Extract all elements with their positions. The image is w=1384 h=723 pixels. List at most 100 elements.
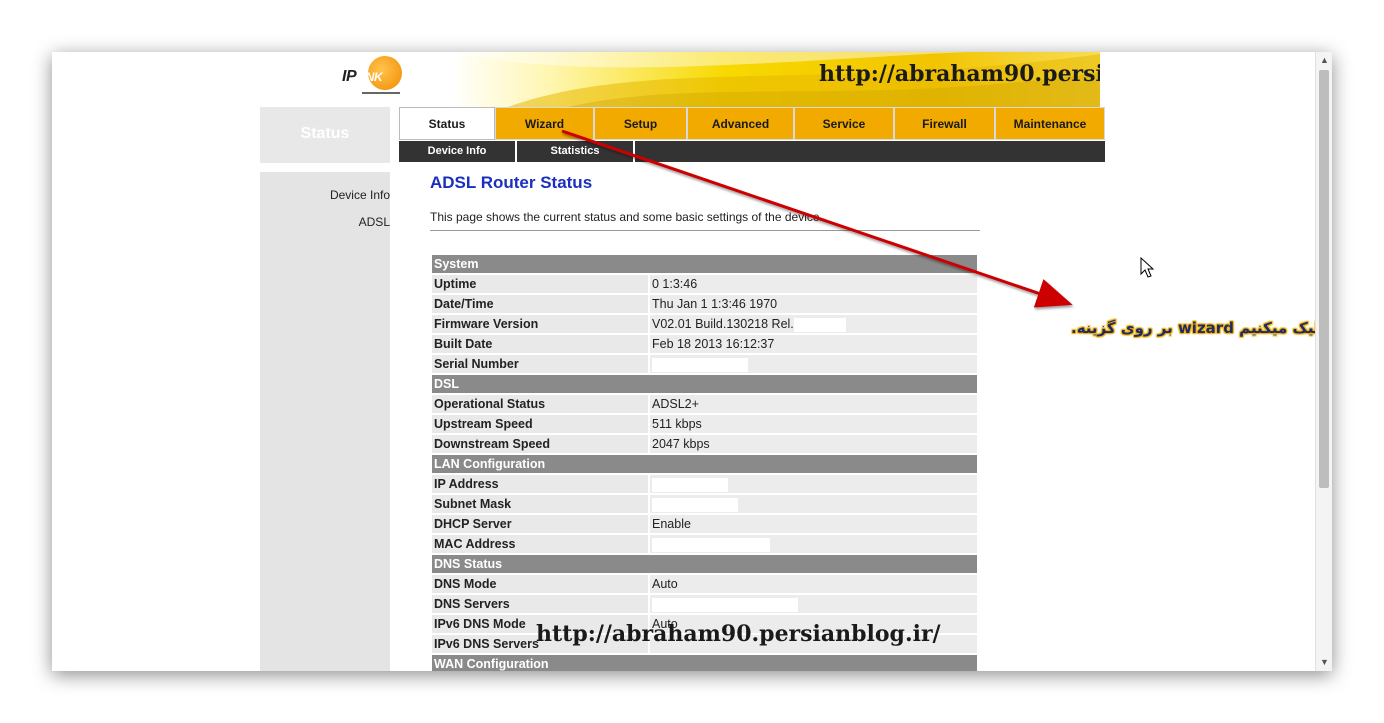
row-label: Built Date	[432, 335, 648, 353]
row-value: Thu Jan 1 1:3:46 1970	[650, 295, 977, 313]
row-value	[650, 355, 977, 373]
logo-text-link: LINK	[356, 70, 383, 84]
redacted-area	[652, 477, 728, 492]
redacted-area	[793, 317, 846, 332]
row-value	[650, 475, 977, 493]
table-row: Upstream Speed 511 kbps	[432, 415, 977, 433]
subtab-statistics[interactable]: Statistics	[517, 141, 635, 162]
tab-service[interactable]: Service	[794, 107, 894, 140]
table-row: Downstream Speed 2047 kbps	[432, 435, 977, 453]
header-banner: IPLINK http://abraham90.persianblog.ir/	[268, 52, 1100, 107]
logo-text-ip: IP	[342, 68, 357, 85]
section-header-row: DNS Status	[432, 555, 977, 573]
row-value-text: 2047 kbps	[652, 437, 710, 451]
watermark-bottom: http://abraham90.persianblog.ir/	[536, 621, 941, 647]
section-header: System	[432, 255, 977, 273]
row-value-text: V02.01 Build.130218 Rel.	[652, 317, 794, 331]
row-label: Date/Time	[432, 295, 648, 313]
table-row: DNS Mode Auto	[432, 575, 977, 593]
table-row: DHCP Server Enable	[432, 515, 977, 533]
row-value: V02.01 Build.130218 Rel.	[650, 315, 977, 333]
tab-setup[interactable]: Setup	[594, 107, 687, 140]
section-header-row: System	[432, 255, 977, 273]
tab-wizard[interactable]: Wizard	[495, 107, 594, 140]
row-value	[650, 495, 977, 513]
row-value-text: ADSL2+	[652, 397, 699, 411]
annotation-text: کلیک میکنیم wizard بر روی گزینه.	[1071, 319, 1329, 337]
table-row: Serial Number	[432, 355, 977, 373]
row-label: Subnet Mask	[432, 495, 648, 513]
row-label: Operational Status	[432, 395, 648, 413]
tab-firewall[interactable]: Firewall	[894, 107, 995, 140]
row-label: IP Address	[432, 475, 648, 493]
status-table: System Uptime 0 1:3:46 Date/Time Thu Jan 1 1…	[430, 253, 979, 671]
row-label: DHCP Server	[432, 515, 648, 533]
table-row: Built Date Feb 18 2013 16:12:37	[432, 335, 977, 353]
browser-viewport: IPLINK http://abraham90.persianblog.ir/ …	[52, 52, 1332, 671]
section-header: LAN Configuration	[432, 455, 977, 473]
row-value-text: Enable	[652, 517, 691, 531]
row-label: Upstream Speed	[432, 415, 648, 433]
redacted-area	[652, 357, 748, 372]
row-value: 0 1:3:46	[650, 275, 977, 293]
table-row: Uptime 0 1:3:46	[432, 275, 977, 293]
row-value-text: Auto	[652, 577, 678, 591]
redacted-area	[652, 597, 798, 612]
section-header: DSL	[432, 375, 977, 393]
redacted-area	[652, 497, 738, 512]
row-value: 511 kbps	[650, 415, 977, 433]
iplink-logo: IPLINK	[342, 56, 404, 104]
section-header-row: DSL	[432, 375, 977, 393]
row-label: Uptime	[432, 275, 648, 293]
logo-underline	[362, 92, 400, 94]
table-row: Firmware Version V02.01 Build.130218 Rel.	[432, 315, 977, 333]
row-value-text: 0 1:3:46	[652, 277, 698, 291]
section-header-row: LAN Configuration	[432, 455, 977, 473]
table-row: MAC Address	[432, 535, 977, 553]
tab-maintenance[interactable]: Maintenance	[995, 107, 1105, 140]
title-divider	[430, 230, 980, 231]
row-value	[650, 595, 977, 613]
page-description: This page shows the current status and s…	[430, 210, 823, 224]
tab-advanced[interactable]: Advanced	[687, 107, 794, 140]
left-sidebar: Device Info ADSL	[260, 172, 390, 671]
page-title: ADSL Router Status	[430, 173, 593, 192]
row-value: ADSL2+	[650, 395, 977, 413]
row-value-text: Feb 18 2013 16:12:37	[652, 337, 775, 351]
left-section-header: Status	[260, 107, 390, 163]
table-row: Operational Status ADSL2+	[432, 395, 977, 413]
row-value: Feb 18 2013 16:12:37	[650, 335, 977, 353]
row-label: DNS Mode	[432, 575, 648, 593]
row-label: Serial Number	[432, 355, 648, 373]
section-header: DNS Status	[432, 555, 977, 573]
row-label: DNS Servers	[432, 595, 648, 613]
sub-navigation: Device Info Statistics	[399, 141, 1105, 162]
left-section-label: Status	[300, 125, 350, 142]
row-value	[650, 535, 977, 553]
section-header: WAN Configuration	[432, 655, 977, 671]
subtab-device-info[interactable]: Device Info	[399, 141, 517, 162]
row-value-text: Thu Jan 1 1:3:46 1970	[652, 297, 778, 311]
vertical-scrollbar[interactable]: ▲ ▼	[1315, 52, 1332, 671]
row-value: Enable	[650, 515, 977, 533]
row-value: Auto	[650, 575, 977, 593]
table-row: Date/Time Thu Jan 1 1:3:46 1970	[432, 295, 977, 313]
table-row: Subnet Mask	[432, 495, 977, 513]
scrollbar-thumb[interactable]	[1319, 70, 1329, 488]
table-row: DNS Servers	[432, 595, 977, 613]
section-header-row: WAN Configuration	[432, 655, 977, 671]
row-value: 2047 kbps	[650, 435, 977, 453]
scroll-down-arrow-icon[interactable]: ▼	[1320, 658, 1329, 667]
row-value-text: 511 kbps	[652, 417, 702, 431]
row-label: Downstream Speed	[432, 435, 648, 453]
scroll-up-arrow-icon[interactable]: ▲	[1320, 56, 1329, 65]
row-label: Firmware Version	[432, 315, 648, 333]
tab-status[interactable]: Status	[399, 107, 495, 140]
mouse-cursor-icon	[1140, 257, 1155, 278]
sidebar-item-device-info[interactable]: Device Info	[330, 188, 390, 202]
row-label: MAC Address	[432, 535, 648, 553]
table-row: IP Address	[432, 475, 977, 493]
watermark-top: http://abraham90.persianblog.ir/	[819, 61, 1100, 87]
sidebar-item-adsl[interactable]: ADSL	[359, 215, 390, 229]
redacted-area	[652, 537, 770, 552]
